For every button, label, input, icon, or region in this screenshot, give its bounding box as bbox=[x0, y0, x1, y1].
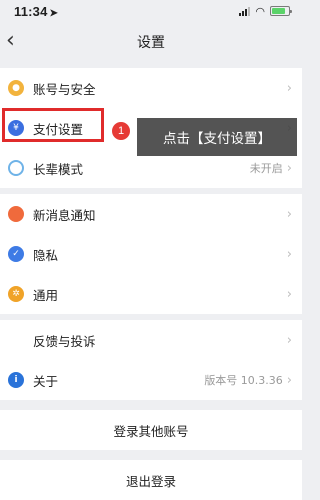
instruction-tooltip: 点击【支付设置】 bbox=[137, 118, 297, 156]
settings-item-label: 账号与安全 bbox=[33, 81, 96, 97]
chevron-right-icon: › bbox=[286, 160, 292, 176]
status-time: 11:34 ➤ bbox=[14, 4, 58, 19]
settings-item-about[interactable]: i 关于 版本号 10.3.36 › bbox=[0, 360, 302, 400]
user-icon: ● bbox=[8, 80, 24, 96]
settings-item-feedback[interactable]: ✎ 反馈与投诉 › bbox=[0, 320, 302, 360]
payment-highlight-box bbox=[2, 108, 104, 142]
pencil-icon: ✎ bbox=[8, 332, 24, 348]
settings-item-privacy[interactable]: ✓ 隐私 › bbox=[0, 234, 302, 274]
settings-item-general[interactable]: ✲ 通用 › bbox=[0, 274, 302, 314]
chevron-right-icon: › bbox=[286, 206, 292, 222]
system-icons: ◠ bbox=[239, 5, 292, 18]
settings-item-label: 关于 bbox=[33, 373, 59, 389]
elder-mode-status: 未开启 bbox=[249, 162, 283, 175]
chevron-right-icon: › bbox=[286, 286, 292, 302]
chevron-right-icon: › bbox=[286, 80, 292, 96]
step-badge: 1 bbox=[110, 120, 132, 142]
logout-button[interactable]: 退出登录 bbox=[0, 460, 302, 500]
shield-icon: ✓ bbox=[8, 246, 24, 262]
login-other-account-button[interactable]: 登录其他账号 bbox=[0, 410, 302, 450]
settings-item-notifications[interactable]: 新消息通知 › bbox=[0, 194, 302, 234]
settings-item-label: 通用 bbox=[33, 287, 59, 303]
chevron-right-icon: › bbox=[286, 332, 292, 348]
time-text: 11:34 bbox=[14, 3, 48, 19]
nav-bar: ‹ 设置 bbox=[0, 22, 302, 62]
chevron-right-icon: › bbox=[286, 246, 292, 262]
status-bar: 11:34 ➤ ◠ bbox=[0, 0, 302, 22]
heart-icon: ♥ bbox=[8, 160, 24, 176]
back-button[interactable]: ‹ bbox=[6, 28, 15, 53]
settings-item-label: 新消息通知 bbox=[33, 207, 96, 223]
settings-item-label: 长辈模式 bbox=[33, 161, 84, 177]
bell-icon bbox=[8, 206, 24, 222]
gear-icon: ✲ bbox=[8, 286, 24, 302]
signal-icon bbox=[239, 6, 251, 16]
settings-group-3: ✎ 反馈与投诉 › i 关于 版本号 10.3.36 › bbox=[0, 320, 302, 400]
location-arrow-icon: ➤ bbox=[49, 7, 59, 19]
page-title: 设置 bbox=[137, 35, 165, 51]
settings-item-label: 隐私 bbox=[33, 247, 59, 263]
wifi-icon: ◠ bbox=[255, 5, 265, 18]
settings-item-label: 反馈与投诉 bbox=[33, 333, 96, 349]
battery-icon bbox=[270, 6, 292, 16]
settings-group-2: 新消息通知 › ✓ 隐私 › ✲ 通用 › bbox=[0, 194, 302, 314]
chevron-right-icon: › bbox=[286, 372, 292, 388]
info-icon: i bbox=[8, 372, 24, 388]
settings-item-account[interactable]: ● 账号与安全 › bbox=[0, 68, 302, 108]
version-number: 版本号 10.3.36 bbox=[204, 374, 283, 387]
